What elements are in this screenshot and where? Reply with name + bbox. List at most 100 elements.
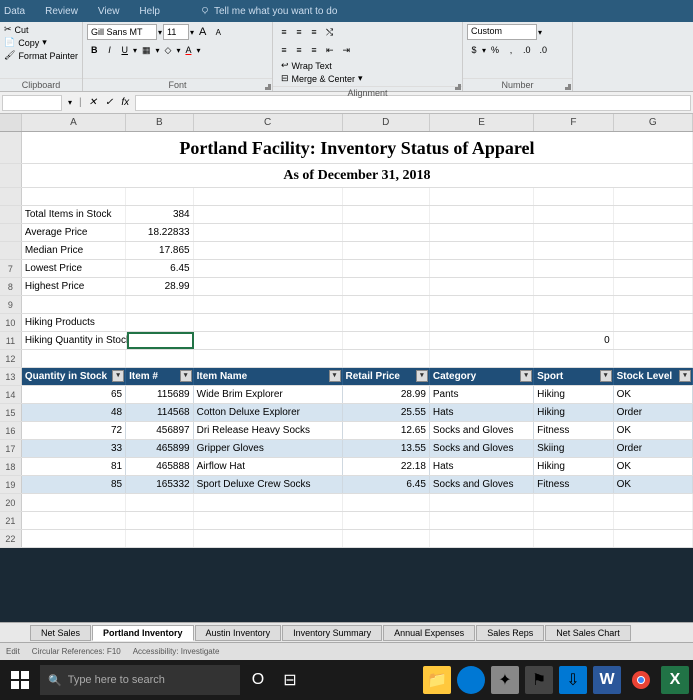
col-header-e[interactable]: E <box>430 114 534 131</box>
cell[interactable] <box>126 494 194 511</box>
status-accessibility[interactable]: Accessibility: Investigate <box>133 647 220 656</box>
cell[interactable] <box>430 206 534 223</box>
cell[interactable] <box>22 296 126 313</box>
cell[interactable] <box>194 242 343 259</box>
wrap-text-button[interactable]: ↩Wrap Text <box>281 60 458 71</box>
cell[interactable]: 465899 <box>126 440 194 457</box>
cell[interactable]: Fitness <box>534 476 613 493</box>
dropdown-arrow-icon[interactable]: ▾ <box>176 46 180 55</box>
cell[interactable] <box>534 188 613 205</box>
dropdown-arrow-icon[interactable]: ▾ <box>133 46 137 55</box>
cell[interactable] <box>534 530 613 547</box>
cell[interactable]: Lowest Price <box>22 260 126 277</box>
taskbar-search[interactable]: 🔍 Type here to search <box>40 665 240 695</box>
file-explorer-icon[interactable]: 📁 <box>423 666 451 694</box>
filter-arrow-icon[interactable]: ▾ <box>180 370 192 382</box>
table-header-category[interactable]: Category▾ <box>430 368 534 385</box>
dropdown-arrow-icon[interactable]: ▾ <box>538 28 542 37</box>
cell[interactable] <box>534 512 613 529</box>
col-header-g[interactable]: G <box>614 114 693 131</box>
cell[interactable]: 13.55 <box>343 440 430 457</box>
cell[interactable]: 65 <box>22 386 126 403</box>
col-header-a[interactable]: A <box>22 114 126 131</box>
percent-button[interactable]: % <box>487 42 503 58</box>
currency-button[interactable]: $ <box>467 42 481 58</box>
cell[interactable] <box>614 296 693 313</box>
row-header[interactable]: 18 <box>0 458 22 475</box>
cell[interactable]: Order <box>614 440 693 457</box>
decrease-decimal-button[interactable]: .0 <box>536 42 552 58</box>
cell[interactable]: 17.865 <box>126 242 194 259</box>
cut-button[interactable]: ✂Cut <box>4 24 78 35</box>
cell[interactable]: OK <box>614 458 693 475</box>
cell[interactable]: Fitness <box>534 422 613 439</box>
row-header[interactable]: 10 <box>0 314 22 331</box>
row-header[interactable]: 20 <box>0 494 22 511</box>
merge-center-button[interactable]: ⊟Merge & Center ▾ <box>281 73 458 84</box>
filter-arrow-icon[interactable]: ▾ <box>416 370 428 382</box>
row-header[interactable]: 14 <box>0 386 22 403</box>
cell[interactable]: 72 <box>22 422 126 439</box>
cell[interactable]: Hiking Quantity in Stock <box>22 332 127 349</box>
cell[interactable] <box>534 206 613 223</box>
cell[interactable] <box>343 512 430 529</box>
cell[interactable]: Airflow Hat <box>194 458 343 475</box>
cell[interactable]: Hiking <box>534 404 613 421</box>
cell[interactable] <box>534 278 613 295</box>
sheet-tab-annual[interactable]: Annual Expenses <box>383 625 475 641</box>
align-left-button[interactable]: ≡ <box>277 42 291 58</box>
decrease-indent-button[interactable]: ⇤ <box>322 42 338 58</box>
font-name-select[interactable] <box>87 24 157 40</box>
cell[interactable] <box>22 188 126 205</box>
cell[interactable]: Pants <box>430 386 534 403</box>
cell[interactable]: Socks and Gloves <box>430 440 534 457</box>
cell[interactable]: 115689 <box>126 386 194 403</box>
align-right-button[interactable]: ≡ <box>307 42 321 58</box>
cell[interactable]: 48 <box>22 404 126 421</box>
fx-button[interactable]: fx <box>117 97 133 108</box>
cell[interactable] <box>194 494 343 511</box>
col-header-c[interactable]: C <box>194 114 343 131</box>
cell[interactable] <box>343 530 430 547</box>
number-format-select[interactable]: Custom <box>467 24 537 40</box>
cell[interactable]: 12.65 <box>343 422 430 439</box>
edge-icon[interactable] <box>457 666 485 694</box>
tab-review[interactable]: Review <box>45 6 78 17</box>
row-header[interactable] <box>0 132 22 163</box>
tab-view[interactable]: View <box>98 6 120 17</box>
cell[interactable]: Socks and Gloves <box>430 476 534 493</box>
cell[interactable] <box>614 530 693 547</box>
filter-arrow-icon[interactable]: ▾ <box>520 370 532 382</box>
cell[interactable] <box>343 332 430 349</box>
filter-arrow-icon[interactable]: ▾ <box>112 370 124 382</box>
cell[interactable] <box>343 224 430 241</box>
cell[interactable] <box>430 314 534 331</box>
filter-arrow-icon[interactable]: ▾ <box>329 370 341 382</box>
cell[interactable] <box>343 260 430 277</box>
font-color-button[interactable]: A <box>181 42 195 58</box>
cell[interactable] <box>614 350 693 367</box>
cell[interactable] <box>126 314 194 331</box>
cell[interactable]: Dri Release Heavy Socks <box>194 422 343 439</box>
cell[interactable]: OK <box>614 422 693 439</box>
table-header-sport[interactable]: Sport▾ <box>534 368 613 385</box>
row-header[interactable] <box>0 188 22 205</box>
cell[interactable]: Wide Brim Explorer <box>194 386 343 403</box>
cell[interactable]: Skiing <box>534 440 613 457</box>
cell[interactable] <box>430 494 534 511</box>
row-header[interactable]: 9 <box>0 296 22 313</box>
dialog-launcher-icon[interactable] <box>265 84 271 90</box>
excel-icon[interactable]: X <box>661 666 689 694</box>
cell[interactable]: 18.22833 <box>126 224 194 241</box>
cell[interactable] <box>194 512 343 529</box>
cell[interactable] <box>126 350 194 367</box>
sheet-tab-portland[interactable]: Portland Inventory <box>92 625 194 641</box>
shrink-font-button[interactable]: A <box>211 24 225 40</box>
italic-button[interactable]: I <box>102 42 116 58</box>
cell[interactable] <box>343 206 430 223</box>
underline-button[interactable]: U <box>117 42 132 58</box>
cell[interactable] <box>534 242 613 259</box>
cell[interactable]: 6.45 <box>343 476 430 493</box>
cell[interactable] <box>343 350 430 367</box>
cell[interactable] <box>194 296 343 313</box>
